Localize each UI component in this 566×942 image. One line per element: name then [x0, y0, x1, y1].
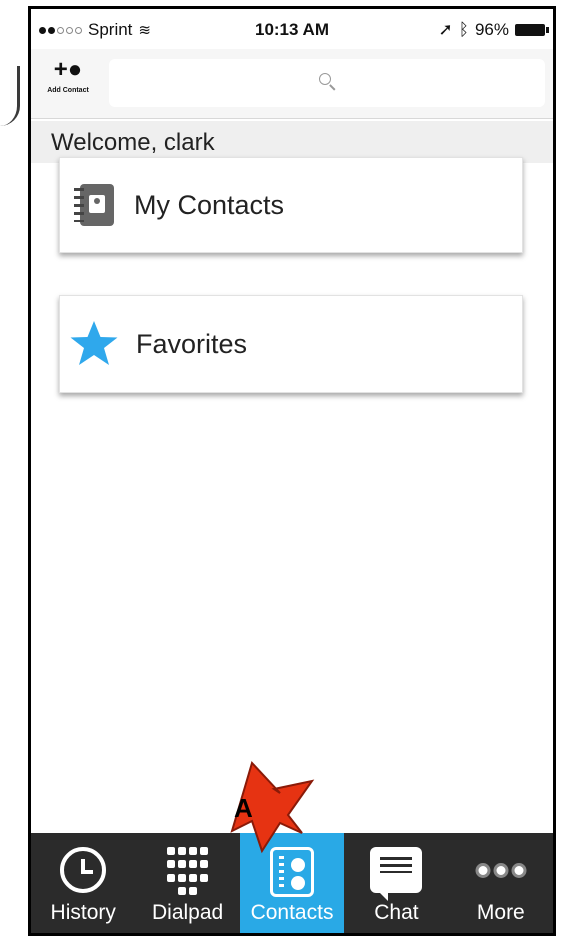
- tab-dialpad-label: Dialpad: [152, 901, 224, 924]
- dialpad-icon: [167, 847, 209, 897]
- search-input[interactable]: [109, 59, 545, 107]
- favorites-label: Favorites: [136, 328, 248, 359]
- tab-bar: History Dialpad Contacts Chat More: [31, 833, 553, 933]
- tab-history[interactable]: History: [31, 833, 135, 933]
- status-right: ➚ ᛒ 96%: [438, 20, 549, 40]
- my-contacts-card[interactable]: My Contacts: [59, 157, 523, 253]
- contacts-content: My Contacts Favorites: [31, 157, 553, 833]
- tab-contacts[interactable]: Contacts: [239, 833, 345, 933]
- tab-more[interactable]: More: [449, 833, 553, 933]
- chat-icon: [370, 847, 423, 901]
- bluetooth-icon: ᛒ: [458, 20, 469, 39]
- top-toolbar: +● Add Contact: [31, 49, 553, 119]
- address-book-icon: [72, 182, 118, 228]
- phone-screen: Sprint ≋ 10:13 AM ➚ ᛒ 96% +● Add Contact…: [28, 6, 556, 936]
- tab-contacts-label: Contacts: [250, 901, 334, 924]
- add-person-icon: +●: [53, 56, 83, 83]
- contacts-book-icon: [270, 847, 315, 897]
- tab-chat[interactable]: Chat: [344, 833, 448, 933]
- tab-dialpad[interactable]: Dialpad: [135, 833, 239, 933]
- location-icon: ➚: [438, 20, 453, 39]
- add-contact-button[interactable]: +● Add Contact: [37, 57, 99, 113]
- page-edge-mark: [0, 66, 20, 126]
- tab-more-label: More: [476, 901, 525, 924]
- tab-history-label: History: [50, 901, 116, 924]
- search-icon: [317, 71, 337, 91]
- callout-label: A: [234, 793, 253, 823]
- tab-chat-label: Chat: [374, 901, 419, 924]
- battery-percent: 96%: [474, 20, 509, 39]
- clock-icon: [60, 847, 107, 893]
- my-contacts-label: My Contacts: [134, 189, 285, 220]
- battery-icon: [515, 24, 549, 36]
- status-bar: Sprint ≋ 10:13 AM ➚ ᛒ 96%: [31, 9, 553, 49]
- star-icon: [70, 321, 118, 365]
- more-dots-icon: [475, 863, 527, 878]
- add-contact-label: Add Contact: [47, 87, 89, 94]
- favorites-card[interactable]: Favorites: [59, 295, 523, 393]
